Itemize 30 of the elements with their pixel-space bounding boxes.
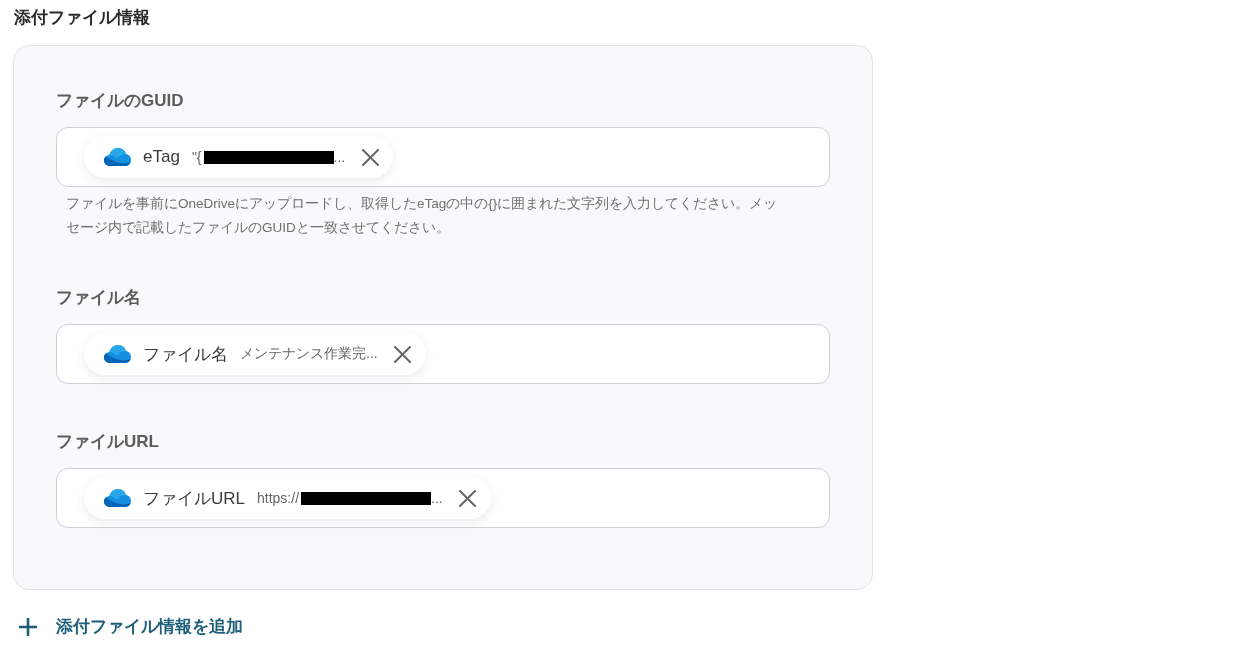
input-field[interactable]: ファイルURL https:// ...: [56, 468, 830, 528]
section-title: 添付ファイル情報: [14, 7, 150, 29]
close-icon: [459, 489, 477, 507]
variable-chip[interactable]: eTag "{ ...: [84, 136, 394, 178]
chip-value: メンテナンス作業完...: [240, 345, 378, 363]
chip-name: ファイル名: [143, 343, 228, 366]
chip-value: "{: [191, 149, 202, 165]
chip-value-ellipsis: ...: [333, 149, 346, 165]
remove-button[interactable]: [359, 146, 382, 168]
plus-icon: [19, 618, 37, 636]
field-label: ファイルのGUID: [56, 90, 184, 112]
remove-button[interactable]: [456, 487, 479, 509]
close-icon: [394, 345, 412, 363]
field-label: ファイル名: [56, 287, 141, 309]
input-field[interactable]: eTag "{ ...: [56, 127, 830, 187]
add-attachment-button[interactable]: 添付ファイル情報を追加: [13, 615, 243, 639]
variable-chip[interactable]: ファイルURL https:// ...: [84, 477, 491, 519]
cloud-icon: [104, 489, 131, 507]
chip-name: ファイルURL: [143, 487, 245, 510]
variable-chip[interactable]: ファイル名 メンテナンス作業完...: [84, 333, 426, 375]
chip-name: eTag: [143, 147, 180, 167]
field-label: ファイルURL: [56, 431, 159, 453]
chip-value: https://: [257, 490, 300, 506]
close-icon: [361, 148, 379, 166]
input-field[interactable]: ファイル名 メンテナンス作業完...: [56, 324, 830, 384]
cloud-icon: [104, 148, 131, 166]
chip-value-ellipsis: ...: [431, 490, 443, 506]
cloud-icon: [104, 345, 131, 363]
help-text: ファイルを事前にOneDriveにアップロードし、取得したeTagの中の{}に囲まれた文字列を入力してください。メッセージ内で記載したファイルのGUIDと一致させてください。: [65, 195, 779, 237]
remove-button[interactable]: [391, 343, 414, 365]
